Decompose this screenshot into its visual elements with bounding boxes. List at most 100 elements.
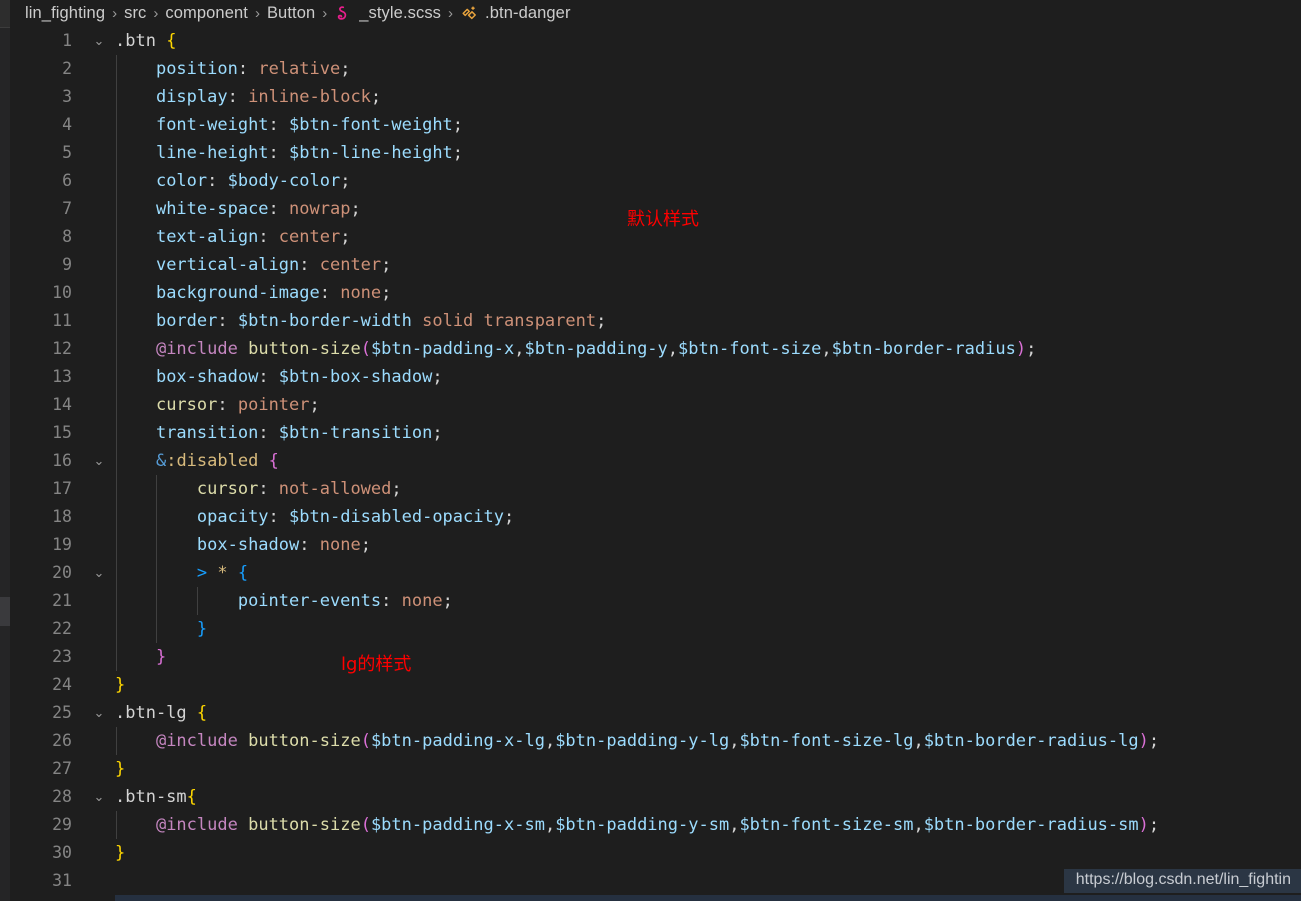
breadcrumb-item-3[interactable]: Button (267, 4, 315, 23)
code-line[interactable]: 28 ⌄ .btn-sm{ (10, 783, 1301, 811)
breadcrumb[interactable]: lin_fighting › src › component › Button › _style… (10, 0, 1301, 27)
code-line[interactable]: 10 background-image: none; (10, 279, 1301, 307)
breadcrumb-separator: › (153, 5, 159, 22)
code-token: : (237, 59, 259, 79)
code-token: , (729, 815, 740, 835)
code-line[interactable]: 20 ⌄ > * { (10, 559, 1301, 587)
code-token: , (544, 815, 556, 835)
code-token: $btn-padding-x-lg (370, 731, 545, 751)
code-line[interactable]: 16 ⌄ &:disabled { (10, 447, 1301, 475)
code-token: ( (360, 339, 371, 359)
code-text: } (115, 755, 125, 783)
code-token: ) (1138, 815, 1149, 835)
line-number: 21 (52, 591, 72, 610)
code-line[interactable]: 25 ⌄ .btn-lg { (10, 699, 1301, 727)
code-line[interactable]: 5 line-height: $btn-line-height; (10, 139, 1301, 167)
breadcrumb-item-4[interactable]: _style.scss (334, 4, 441, 23)
code-text: cursor: not-allowed; (115, 475, 402, 503)
code-token: : (268, 143, 290, 163)
code-line[interactable]: 26 @include button-size($btn-padding-x-l… (10, 727, 1301, 755)
code-line[interactable]: 2 position: relative; (10, 55, 1301, 83)
code-line[interactable]: 27} (10, 755, 1301, 783)
code-text: opacity: $btn-disabled-opacity; (115, 503, 514, 531)
code-token: , (667, 339, 679, 359)
code-token: , (821, 339, 832, 359)
code-token: : (227, 87, 249, 107)
code-token: , (514, 339, 525, 359)
code-editor[interactable]: 1 ⌄ .btn {2 position: relative; 3 display: … (10, 27, 1301, 901)
code-line[interactable]: 13 box-shadow: $btn-box-shadow; (10, 363, 1301, 391)
code-line[interactable]: 1 ⌄ .btn { (10, 27, 1301, 55)
code-token: $btn-box-shadow (278, 367, 433, 387)
breadcrumb-item-0[interactable]: lin_fighting (25, 4, 105, 23)
breadcrumb-item-2[interactable]: component (165, 4, 248, 23)
breadcrumb-separator: › (254, 5, 260, 22)
code-token: ; (432, 423, 443, 443)
code-line[interactable]: 4 font-weight: $btn-font-weight; (10, 111, 1301, 139)
code-line[interactable]: 29 @include button-size($btn-padding-x-s… (10, 811, 1301, 839)
code-token: button-size (248, 731, 361, 751)
code-token: nowrap (289, 199, 351, 219)
code-line[interactable]: 9 vertical-align: center; (10, 251, 1301, 279)
line-number: 18 (52, 507, 72, 526)
code-token: > (196, 563, 208, 583)
code-token: relative (258, 59, 341, 79)
overview-ruler-strip[interactable] (0, 0, 10, 901)
scss-file-icon (334, 4, 353, 23)
code-token: } (115, 675, 126, 695)
code-token: center (319, 255, 382, 275)
code-token: : (299, 535, 320, 555)
code-token: opacity (196, 507, 269, 527)
code-token: : (258, 367, 279, 387)
code-line[interactable]: 11 border: $btn-border-width solid trans… (10, 307, 1301, 335)
scrollbar-thumb[interactable] (0, 597, 10, 626)
code-token: none (340, 283, 382, 303)
code-token: none (401, 591, 443, 611)
code-line[interactable]: 12 @include button-size($btn-padding-x,$… (10, 335, 1301, 363)
code-token: pointer-events (237, 591, 382, 611)
code-line[interactable]: 3 display: inline-block; (10, 83, 1301, 111)
code-token: background-image (155, 283, 320, 303)
code-line[interactable]: 14 cursor: pointer; (10, 391, 1301, 419)
code-line[interactable]: 6 color: $body-color; (10, 167, 1301, 195)
code-line[interactable]: 21 pointer-events: none; (10, 587, 1301, 615)
breadcrumb-item-1[interactable]: src (124, 4, 146, 23)
code-token: : (258, 423, 279, 443)
fold-expanded-icon[interactable]: ⌄ (90, 783, 108, 811)
watermark: https://blog.csdn.net/lin_fightin (1063, 869, 1301, 893)
code-token: { (268, 451, 279, 471)
fold-collapsed-icon[interactable]: › (90, 895, 108, 901)
code-line[interactable]: 32 › .btn-primary { ⋯ (10, 895, 1301, 901)
fold-expanded-icon[interactable]: ⌄ (90, 559, 108, 587)
code-line[interactable]: 19 box-shadow: none; (10, 531, 1301, 559)
code-line[interactable]: 23 } (10, 643, 1301, 671)
fold-expanded-icon[interactable]: ⌄ (90, 699, 108, 727)
code-token: line-height (155, 143, 269, 163)
code-line[interactable]: 15 transition: $btn-transition; (10, 419, 1301, 447)
code-token: , (729, 731, 740, 751)
line-number: 6 (62, 171, 72, 190)
fold-expanded-icon[interactable]: ⌄ (90, 27, 108, 55)
code-token: ; (340, 227, 351, 247)
code-line[interactable]: 22 } (10, 615, 1301, 643)
code-line[interactable]: 18 opacity: $btn-disabled-opacity; (10, 503, 1301, 531)
code-line[interactable]: 17 cursor: not-allowed; (10, 475, 1301, 503)
fold-expanded-icon[interactable]: ⌄ (90, 447, 108, 475)
code-text: } (115, 671, 125, 699)
code-line[interactable]: 30} (10, 839, 1301, 867)
code-line[interactable]: 24} (10, 671, 1301, 699)
code-token: $btn-border-radius (831, 339, 1016, 359)
breadcrumb-item-5[interactable]: .btn-danger (460, 4, 571, 23)
